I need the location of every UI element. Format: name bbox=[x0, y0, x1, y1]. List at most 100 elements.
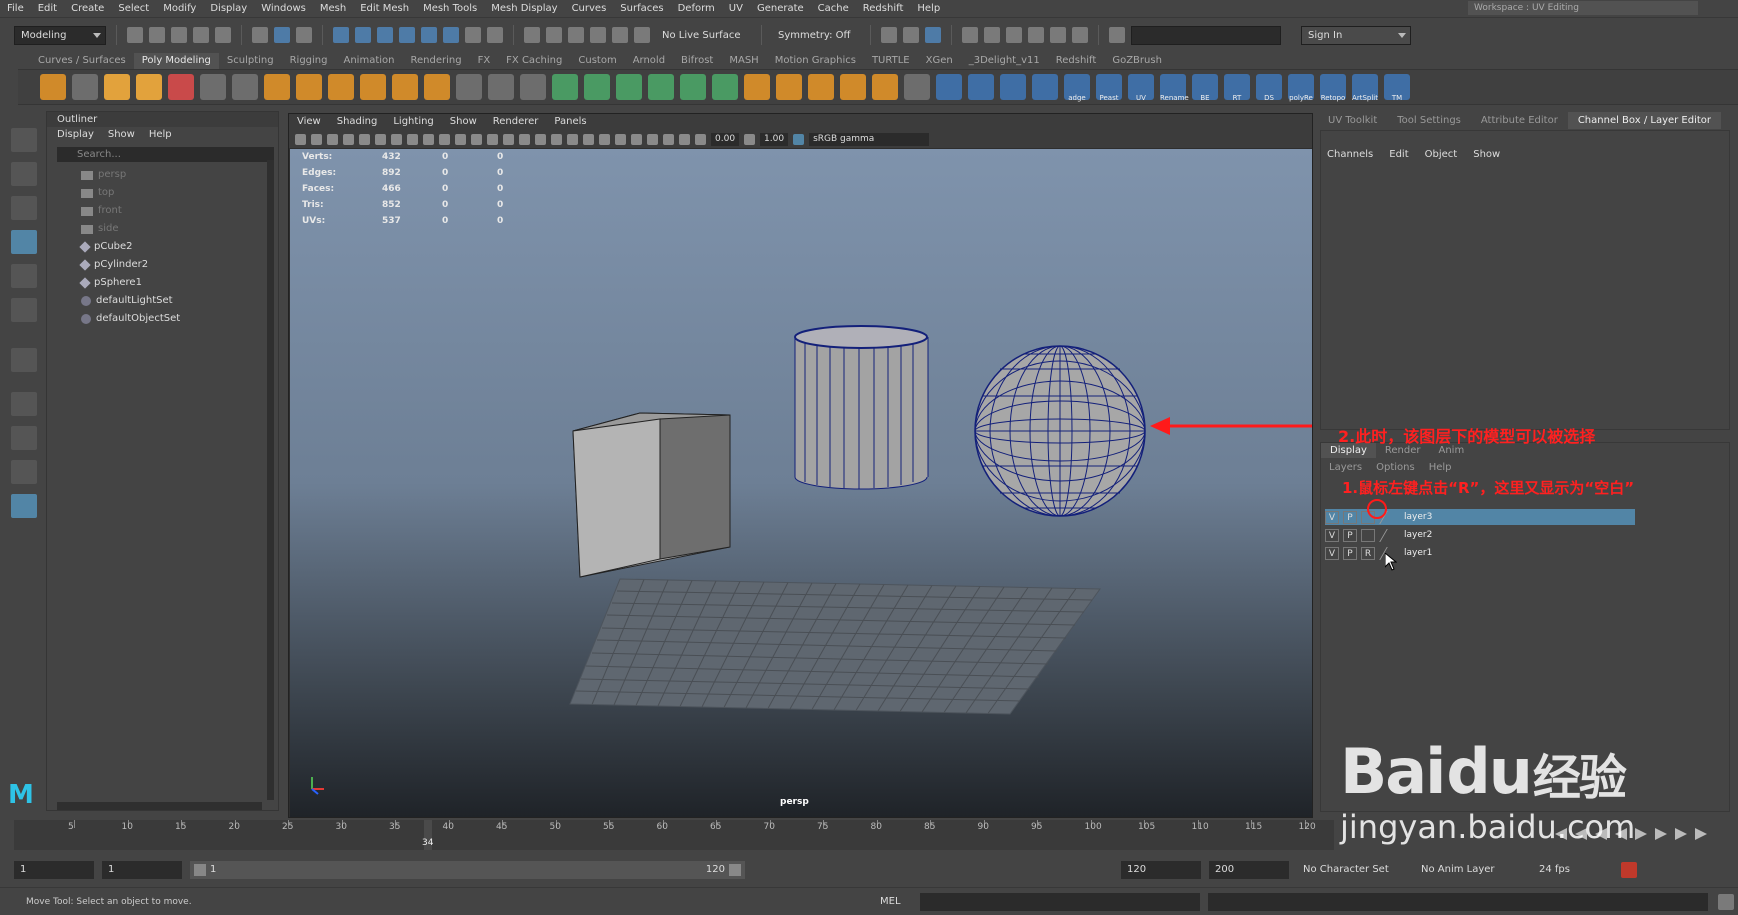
film-gate-icon[interactable] bbox=[375, 133, 386, 145]
grid-icon[interactable] bbox=[359, 133, 370, 145]
live-surface-field[interactable]: No Live Surface bbox=[656, 25, 751, 45]
visibility-toggle[interactable]: V bbox=[1325, 528, 1339, 542]
playback-toggle[interactable]: P bbox=[1343, 510, 1357, 524]
shelf-tab-curves-surfaces[interactable]: Curves / Surfaces bbox=[30, 53, 134, 69]
menu-item-deform[interactable]: Deform bbox=[671, 3, 722, 14]
shelf-tool-icon[interactable] bbox=[424, 74, 450, 100]
shelf-tool-tm-icon[interactable]: TM bbox=[1384, 74, 1410, 102]
range-start-handle[interactable] bbox=[194, 864, 206, 876]
gate-mask-icon[interactable] bbox=[407, 133, 418, 145]
viewport-menu-shading[interactable]: Shading bbox=[337, 114, 378, 130]
shelf-tool-icon[interactable] bbox=[840, 74, 866, 100]
image-plane-icon[interactable] bbox=[343, 133, 354, 145]
shelf-tool-icon[interactable] bbox=[392, 74, 418, 100]
outliner-layout-icon[interactable] bbox=[11, 494, 37, 518]
xray-icon[interactable] bbox=[647, 133, 658, 145]
layer-color-swatch[interactable] bbox=[1379, 528, 1390, 542]
redo-icon[interactable] bbox=[215, 27, 231, 43]
fps-dropdown[interactable]: 24 fps bbox=[1533, 861, 1613, 879]
shelf-tool-icon[interactable] bbox=[1032, 74, 1058, 100]
shelf-tool-icon[interactable] bbox=[968, 74, 994, 100]
layer-menu-help[interactable]: Help bbox=[1429, 461, 1452, 475]
menu-item-select[interactable]: Select bbox=[111, 3, 156, 14]
safe-title-icon[interactable] bbox=[455, 133, 466, 145]
outliner-item[interactable]: pCylinder2 bbox=[47, 256, 278, 274]
render-setup-icon[interactable] bbox=[1028, 27, 1044, 43]
shelf-tool-icon[interactable] bbox=[40, 74, 66, 100]
command-language-label[interactable]: MEL bbox=[880, 896, 920, 907]
shelf-tool-icon[interactable] bbox=[296, 74, 322, 100]
outliner-item[interactable]: defaultLightSet bbox=[47, 292, 278, 310]
tab-tool-settings[interactable]: Tool Settings bbox=[1387, 112, 1471, 129]
new-scene-icon[interactable] bbox=[127, 27, 143, 43]
safe-action-icon[interactable] bbox=[439, 133, 450, 145]
workspace-selector[interactable]: Workspace : UV Editing bbox=[1468, 1, 1698, 15]
outliner-item[interactable]: pSphere1 bbox=[47, 274, 278, 292]
shelf-tool-icon[interactable] bbox=[168, 74, 194, 100]
color-space-dropdown[interactable]: sRGB gamma bbox=[809, 132, 930, 146]
shelf-tab-sculpting[interactable]: Sculpting bbox=[219, 53, 282, 69]
shelf-tool-icon[interactable] bbox=[808, 74, 834, 100]
shelf-tab-gozbrush[interactable]: GoZBrush bbox=[1104, 53, 1170, 69]
outliner-item[interactable]: defaultObjectSet bbox=[47, 310, 278, 328]
outliner-scrollbar[interactable] bbox=[267, 160, 274, 800]
construction-history-icon[interactable] bbox=[881, 27, 897, 43]
snap-grid-icon[interactable] bbox=[333, 27, 349, 43]
scale-tool-icon[interactable] bbox=[11, 298, 37, 322]
shelf-tool-icon[interactable] bbox=[648, 74, 674, 100]
viewport-menu-view[interactable]: View bbox=[297, 114, 321, 130]
snap-point-icon[interactable] bbox=[377, 27, 393, 43]
shelf-tool-icon[interactable] bbox=[712, 74, 738, 100]
time-slider[interactable]: 34 5 10 15 20 25 30 35 40 45 50 55 60 65 70 75 80 85 90 95… bbox=[14, 820, 1334, 850]
playback-end-field[interactable]: 120 bbox=[1121, 861, 1201, 879]
move-tool-icon[interactable] bbox=[11, 230, 37, 254]
isolate-select-icon[interactable] bbox=[631, 133, 642, 145]
sign-in-button[interactable]: Sign In bbox=[1301, 25, 1411, 45]
display-type-toggle[interactable] bbox=[1361, 528, 1375, 542]
wireframe-icon[interactable] bbox=[471, 133, 482, 145]
shelf-tab-redshift[interactable]: Redshift bbox=[1048, 53, 1105, 69]
shadows-icon[interactable] bbox=[551, 133, 562, 145]
outliner-item[interactable]: persp bbox=[47, 166, 278, 184]
menu-item-edit-mesh[interactable]: Edit Mesh bbox=[353, 3, 416, 14]
outliner-menu-display[interactable]: Display bbox=[57, 127, 94, 142]
shelf-tab-fx-caching[interactable]: FX Caching bbox=[498, 53, 570, 69]
smooth-shade-icon[interactable] bbox=[487, 133, 498, 145]
mode-dropdown[interactable]: Modeling bbox=[14, 25, 106, 45]
menu-item-uv[interactable]: UV bbox=[722, 3, 750, 14]
menu-item-modify[interactable]: Modify bbox=[156, 3, 203, 14]
menu-item-file[interactable]: File bbox=[0, 3, 31, 14]
shelf-tool-icon[interactable] bbox=[904, 74, 930, 100]
lasso-icon[interactable] bbox=[634, 27, 650, 43]
range-bar[interactable]: 1 120 bbox=[190, 861, 745, 879]
bookmark-icon[interactable] bbox=[327, 133, 338, 145]
shelf-tool-icon[interactable] bbox=[584, 74, 610, 100]
shelf-tool-rename-icon[interactable]: Rename bbox=[1160, 74, 1189, 102]
shelf-tool-icon[interactable] bbox=[264, 74, 290, 100]
select-tool-icon[interactable] bbox=[11, 128, 37, 152]
layer-row[interactable]: V Player2 bbox=[1325, 527, 1645, 543]
playback-toggle[interactable]: P bbox=[1343, 546, 1357, 560]
channel-menu-object[interactable]: Object bbox=[1425, 147, 1458, 163]
lasso-icon[interactable] bbox=[546, 27, 562, 43]
pause-icon[interactable] bbox=[1072, 27, 1088, 43]
viewport-menu-renderer[interactable]: Renderer bbox=[493, 114, 539, 130]
outliner-search-input[interactable]: Search... bbox=[57, 147, 274, 162]
shelf-tool-icon[interactable] bbox=[200, 74, 226, 100]
shelf-tab-xgen[interactable]: XGen bbox=[918, 53, 961, 69]
shelf-tool-icon[interactable] bbox=[72, 74, 98, 100]
shelf-tab-turtle[interactable]: TURTLE bbox=[864, 53, 918, 69]
channel-menu-show[interactable]: Show bbox=[1473, 147, 1500, 163]
viewport-menu-panels[interactable]: Panels bbox=[554, 114, 586, 130]
shelf-tab-custom[interactable]: Custom bbox=[570, 53, 624, 69]
menu-item-generate[interactable]: Generate bbox=[750, 3, 811, 14]
shelf-tab-motion-graphics[interactable]: Motion Graphics bbox=[767, 53, 864, 69]
menu-item-windows[interactable]: Windows bbox=[254, 3, 313, 14]
display-type-toggle[interactable]: R bbox=[1361, 546, 1375, 560]
wireframe-on-shaded-icon[interactable] bbox=[503, 133, 514, 145]
viewport-menu-lighting[interactable]: Lighting bbox=[393, 114, 433, 130]
menu-item-redshift[interactable]: Redshift bbox=[856, 3, 911, 14]
gamma-field[interactable]: 1.00 bbox=[760, 132, 789, 146]
shelf-tool-icon[interactable] bbox=[872, 74, 898, 100]
shelf-tool-icon[interactable] bbox=[936, 74, 962, 100]
